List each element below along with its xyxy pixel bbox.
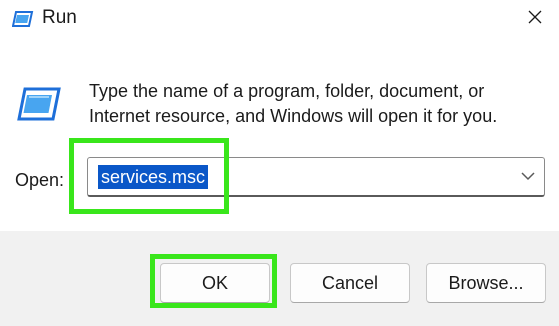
- dialog-description: Type the name of a program, folder, docu…: [89, 81, 498, 126]
- close-button[interactable]: [517, 2, 553, 36]
- title-bar: Run: [0, 0, 559, 42]
- run-app-icon: [11, 10, 34, 28]
- window-title: Run: [42, 7, 77, 28]
- open-label: Open:: [15, 170, 65, 190]
- run-app-icon: [16, 86, 62, 122]
- open-combobox[interactable]: services.msc: [87, 157, 545, 197]
- chevron-down-icon: [521, 168, 535, 186]
- open-input[interactable]: services.msc: [98, 165, 209, 189]
- run-dialog: Run Type the name of a program, folder, …: [0, 0, 559, 326]
- browse-button[interactable]: Browse...: [426, 263, 546, 303]
- dropdown-button[interactable]: [518, 167, 538, 187]
- button-bar: OK Cancel Browse...: [0, 231, 559, 326]
- cancel-button[interactable]: Cancel: [290, 263, 410, 303]
- close-icon: [528, 10, 542, 29]
- dialog-content: Type the name of a program, folder, docu…: [0, 42, 559, 231]
- ok-button[interactable]: OK: [160, 263, 270, 303]
